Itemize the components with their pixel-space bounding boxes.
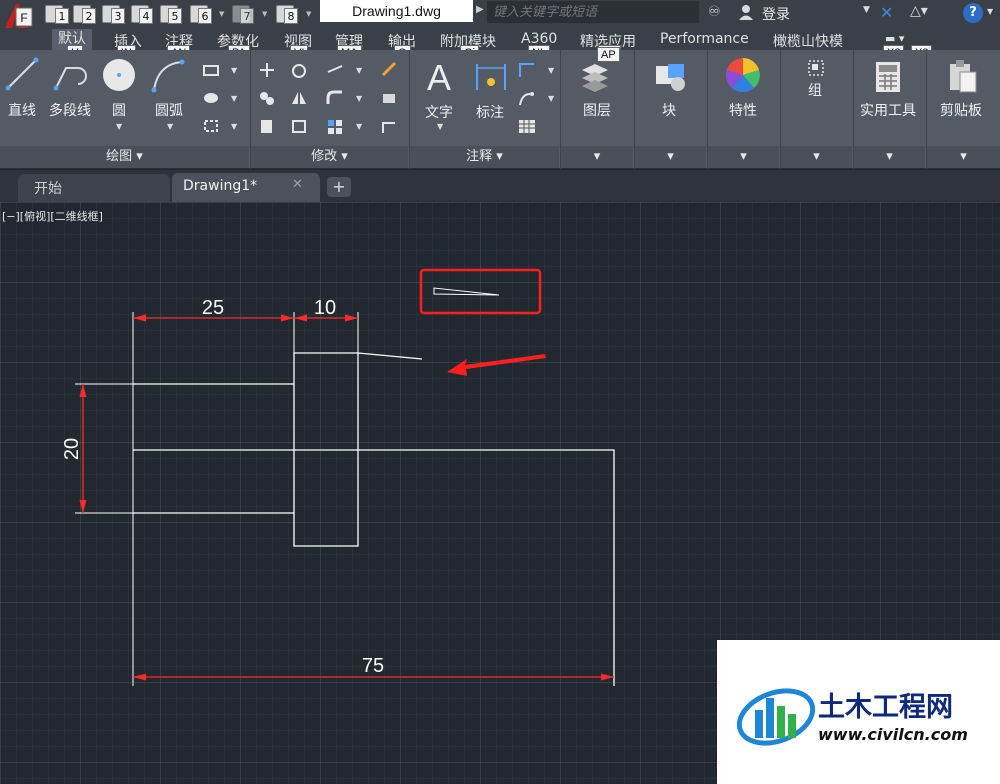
civilcn-logo: 土木工程网 www.civilcn.com — [736, 688, 968, 746]
wedge-shape — [433, 287, 500, 296]
watermark-url: www.civilcn.com — [818, 725, 968, 744]
highlight-box — [419, 268, 542, 315]
extension-lines — [75, 312, 359, 686]
dim-arrow — [133, 314, 146, 322]
dim-text-20: 20 — [61, 438, 83, 460]
dim-arrow — [79, 384, 87, 397]
dim-text-10: 10 — [314, 297, 336, 319]
base-outline[interactable] — [133, 449, 615, 686]
dim-text-75: 75 — [362, 655, 384, 677]
pointer-arrow-icon — [447, 354, 546, 376]
dimension-lines — [79, 314, 614, 681]
taper-line[interactable] — [357, 352, 423, 360]
dim-arrow — [133, 673, 146, 681]
dim-arrow — [79, 500, 87, 513]
watermark: 土木工程网 www.civilcn.com — [717, 640, 1000, 784]
dim-arrow — [281, 314, 294, 322]
dimension-texts: 25 10 75 20 — [61, 297, 384, 677]
geometry — [133, 352, 615, 686]
dim-arrow — [601, 673, 614, 681]
dim-arrow — [345, 314, 358, 322]
dim-text-25: 25 — [202, 297, 224, 319]
dim-arrow — [294, 314, 307, 322]
watermark-name: 土木工程网 — [818, 692, 953, 723]
